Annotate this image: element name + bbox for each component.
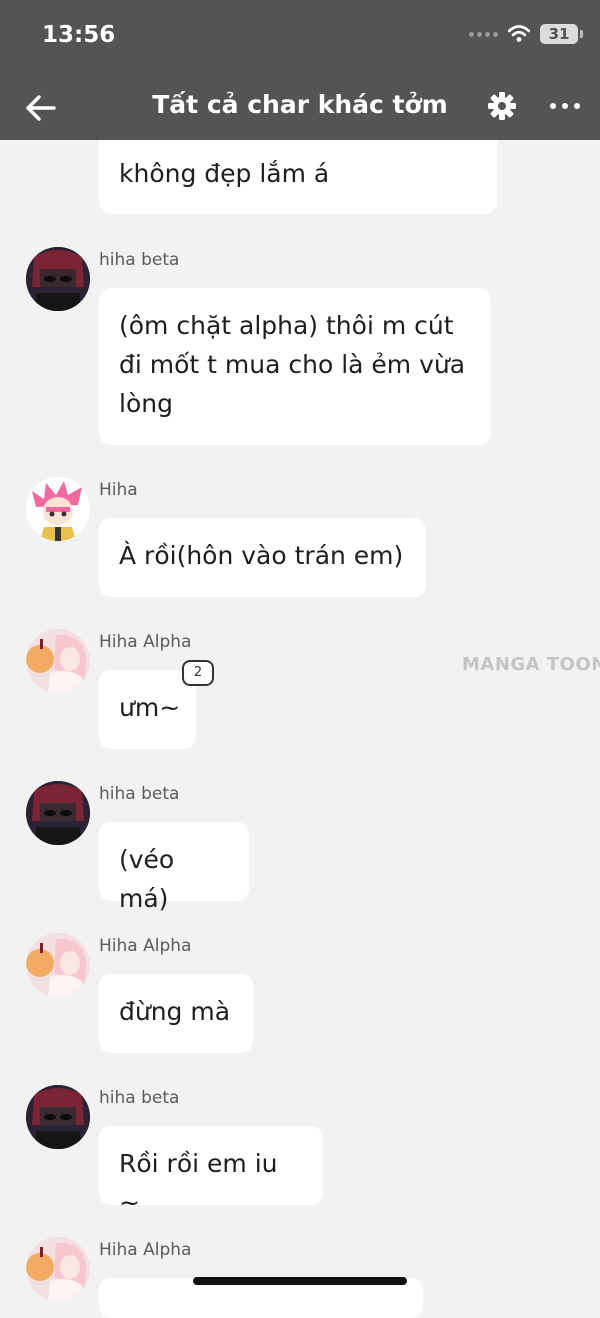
sender-name: hiha beta (99, 250, 180, 270)
avatar[interactable] (26, 247, 90, 311)
status-time: 13:56 (42, 22, 116, 48)
signal-icon (469, 31, 498, 37)
watermark: MANGA TOON (462, 654, 600, 675)
gear-icon (488, 92, 516, 120)
reply-count-badge[interactable]: 2 (182, 660, 214, 686)
sender-name: Hiha Alpha (99, 1240, 192, 1260)
avatar[interactable] (26, 933, 90, 997)
avatar[interactable] (26, 781, 90, 845)
avatar[interactable] (26, 1085, 90, 1149)
message-bubble[interactable]: À rồi(hôn vào trán em) (99, 518, 426, 597)
sender-name: Hiha Alpha (99, 632, 192, 652)
chat-list: không đẹp lắm á hiha beta (ôm chặt alpha… (0, 0, 600, 1318)
message-text: ưm~ (119, 693, 181, 722)
message-text: (véo má) (119, 845, 175, 913)
wifi-icon (508, 25, 530, 42)
settings-button[interactable] (486, 90, 518, 122)
message-bubble[interactable]: (véo má) (99, 822, 249, 913)
message-text: không đẹp lắm á (119, 159, 330, 188)
app-header: 13:56 31 Tất cả char khác tởm (0, 0, 600, 140)
message-bubble[interactable]: đừng mà (99, 974, 253, 1053)
message-text: (ôm chặt alpha) thôi m cút đi mốt t mua … (119, 311, 466, 418)
page-title: Tất cả char khác tởm (152, 90, 448, 119)
back-button[interactable] (20, 86, 64, 130)
message-text: đừng mà (119, 997, 231, 1026)
status-icons: 31 (469, 24, 583, 44)
avatar[interactable] (26, 477, 90, 541)
message-bubble[interactable]: ưm~ (99, 670, 196, 749)
battery-indicator: 31 (540, 24, 583, 44)
sender-name: Hiha (99, 480, 138, 500)
message-text: Rồi rồi em iu ~ (119, 1149, 278, 1217)
home-indicator[interactable] (193, 1277, 407, 1285)
message-text: À rồi(hôn vào trán em) (119, 541, 404, 570)
sender-name: hiha beta (99, 1088, 180, 1108)
message-bubble[interactable]: (ôm chặt alpha) thôi m cút đi mốt t mua … (99, 288, 491, 445)
avatar[interactable] (26, 629, 90, 693)
sender-name: Hiha Alpha (99, 936, 192, 956)
message-bubble[interactable]: Rồi rồi em iu ~ (99, 1126, 323, 1217)
more-options-button[interactable] (548, 92, 582, 120)
sender-name: hiha beta (99, 784, 180, 804)
more-horizontal-icon (550, 103, 580, 109)
arrow-left-icon (26, 95, 56, 121)
avatar[interactable] (26, 1237, 90, 1301)
